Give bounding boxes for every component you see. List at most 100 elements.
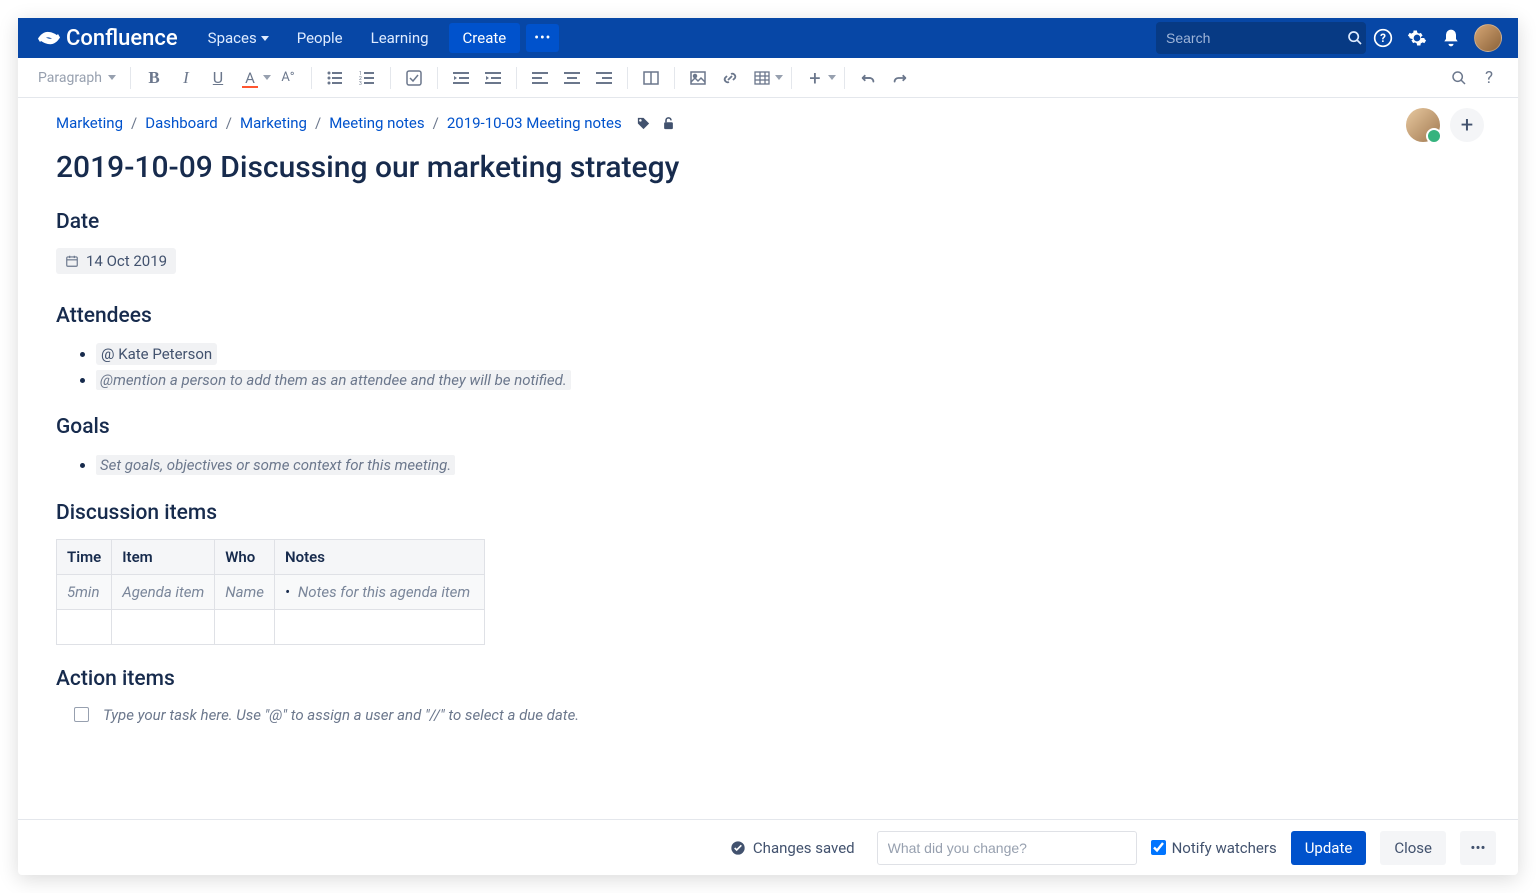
nav-people[interactable]: People <box>285 23 355 53</box>
invite-button[interactable]: + <box>1450 108 1484 142</box>
check-circle-icon <box>730 840 746 856</box>
breadcrumb-link[interactable]: Marketing <box>240 114 307 132</box>
page-actions: + <box>1406 108 1484 142</box>
bullet-list-button[interactable] <box>320 63 350 93</box>
page-title[interactable]: 2019-10-09 Discussing our marketing stra… <box>56 150 1480 186</box>
table-row[interactable]: 5min Agenda item Name •Notes for this ag… <box>57 574 485 609</box>
attendees-hint: @mention a person to add them as an atte… <box>96 370 571 390</box>
breadcrumb-link[interactable]: Marketing <box>56 114 123 132</box>
chevron-down-icon[interactable] <box>775 75 783 80</box>
col-notes: Notes <box>275 539 485 574</box>
undo-button[interactable] <box>853 63 883 93</box>
label-icon[interactable] <box>636 116 651 131</box>
nav-spaces-label: Spaces <box>208 29 257 47</box>
breadcrumb-link[interactable]: Dashboard <box>145 114 218 132</box>
editor-help-button[interactable]: ? <box>1474 63 1504 93</box>
cell-time[interactable]: 5min <box>57 574 112 609</box>
paragraph-label: Paragraph <box>38 70 102 86</box>
settings-icon[interactable] <box>1400 21 1434 55</box>
discussion-table[interactable]: Time Item Who Notes 5min Agenda item Nam… <box>56 539 485 645</box>
col-time: Time <box>57 539 112 574</box>
search-input[interactable] <box>1166 30 1347 46</box>
paragraph-style-select[interactable]: Paragraph <box>32 66 122 90</box>
help-icon[interactable]: ? <box>1366 21 1400 55</box>
mention-chip[interactable]: @ Kate Peterson <box>96 343 217 365</box>
editor-toolbar: Paragraph B I U A A° 123 + <box>18 58 1518 98</box>
goals-heading: Goals <box>56 415 1480 439</box>
col-who: Who <box>215 539 275 574</box>
confluence-logo[interactable]: Confluence <box>38 26 178 51</box>
align-left-button[interactable] <box>525 63 555 93</box>
date-chip[interactable]: 14 Oct 2019 <box>56 248 176 274</box>
goals-list[interactable]: Set goals, objectives or some context fo… <box>56 453 1480 479</box>
user-avatar[interactable] <box>1474 24 1502 52</box>
version-comment-input[interactable] <box>877 831 1137 865</box>
action-item-row[interactable]: Type your task here. Use "@" to assign a… <box>56 705 1480 725</box>
cell-notes[interactable]: •Notes for this agenda item <box>275 574 485 609</box>
nav-spaces[interactable]: Spaces <box>196 23 281 53</box>
link-button[interactable] <box>715 63 745 93</box>
create-button[interactable]: Create <box>449 23 521 53</box>
notes-text: Notes for this agenda item <box>298 583 470 601</box>
date-value: 14 Oct 2019 <box>86 252 167 270</box>
notify-label: Notify watchers <box>1172 839 1277 857</box>
clear-formatting-button[interactable]: A° <box>273 63 303 93</box>
align-center-button[interactable] <box>557 63 587 93</box>
numbered-list-button[interactable]: 123 <box>352 63 382 93</box>
cell-item[interactable]: Agenda item <box>112 574 215 609</box>
chevron-down-icon <box>261 36 269 41</box>
restrictions-icon[interactable] <box>661 116 676 131</box>
search-bar[interactable] <box>1156 22 1366 54</box>
save-status: Changes saved <box>730 839 855 857</box>
image-button[interactable] <box>683 63 713 93</box>
col-item: Item <box>112 539 215 574</box>
top-nav-bar: Confluence Spaces People Learning Create… <box>18 18 1518 58</box>
close-button[interactable]: Close <box>1380 831 1446 865</box>
empty-cell[interactable] <box>57 609 112 644</box>
attendees-list[interactable]: @ Kate Peterson @mention a person to add… <box>56 342 1480 393</box>
underline-button[interactable]: U <box>203 63 233 93</box>
page-content: + Marketing / Dashboard / Marketing / Me… <box>18 98 1518 819</box>
breadcrumb-link[interactable]: 2019-10-03 Meeting notes <box>447 114 622 132</box>
insert-more-button[interactable]: + <box>800 63 830 93</box>
empty-cell[interactable] <box>275 609 485 644</box>
text-color-button[interactable]: A <box>235 63 265 93</box>
table-button[interactable] <box>747 63 777 93</box>
app-name: Confluence <box>66 26 178 51</box>
editor-avatar[interactable] <box>1406 108 1440 142</box>
empty-cell[interactable] <box>112 609 215 644</box>
task-checkbox[interactable] <box>74 707 89 722</box>
nav-learning[interactable]: Learning <box>359 23 441 53</box>
goals-hint: Set goals, objectives or some context fo… <box>96 455 455 475</box>
breadcrumb-link[interactable]: Meeting notes <box>329 114 424 132</box>
notify-checkbox[interactable] <box>1151 840 1166 855</box>
notify-watchers[interactable]: Notify watchers <box>1151 839 1277 857</box>
calendar-icon <box>65 254 79 268</box>
bold-button[interactable]: B <box>139 63 169 93</box>
notifications-icon[interactable] <box>1434 21 1468 55</box>
more-actions-button[interactable]: ••• <box>1460 831 1496 865</box>
attendees-heading: Attendees <box>56 304 1480 328</box>
cell-who[interactable]: Name <box>215 574 275 609</box>
confluence-icon <box>38 27 60 49</box>
breadcrumb: Marketing / Dashboard / Marketing / Meet… <box>56 114 1480 132</box>
update-button[interactable]: Update <box>1291 831 1367 865</box>
date-heading: Date <box>56 210 1480 234</box>
indent-button[interactable] <box>478 63 508 93</box>
chevron-down-icon <box>108 75 116 80</box>
find-button[interactable] <box>1444 63 1474 93</box>
nav-items: Spaces People Learning Create ••• <box>196 23 560 53</box>
discussion-heading: Discussion items <box>56 501 1480 525</box>
outdent-button[interactable] <box>446 63 476 93</box>
svg-text:?: ? <box>1380 31 1386 45</box>
redo-button[interactable] <box>885 63 915 93</box>
italic-button[interactable]: I <box>171 63 201 93</box>
more-menu-button[interactable]: ••• <box>526 24 559 52</box>
chevron-down-icon[interactable] <box>828 75 836 80</box>
table-row[interactable] <box>57 609 485 644</box>
align-right-button[interactable] <box>589 63 619 93</box>
task-list-button[interactable] <box>399 63 429 93</box>
layout-button[interactable] <box>636 63 666 93</box>
editor-footer: Changes saved Notify watchers Update Clo… <box>18 819 1518 875</box>
empty-cell[interactable] <box>215 609 275 644</box>
